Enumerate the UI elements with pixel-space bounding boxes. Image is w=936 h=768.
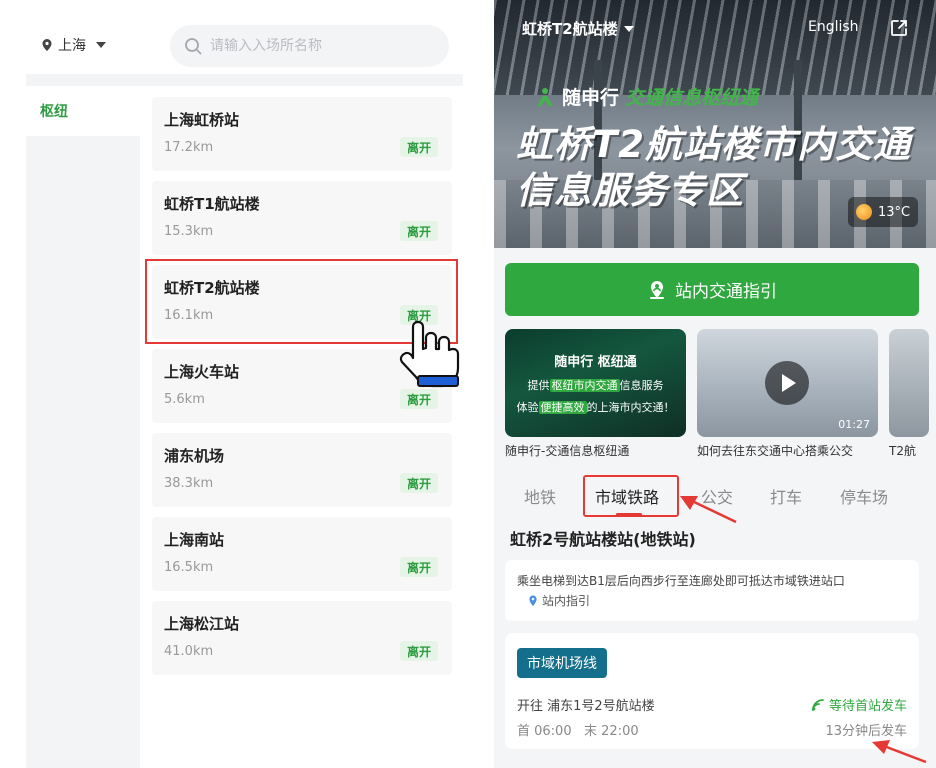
in-station-guide-link[interactable]: 站内指引	[527, 592, 590, 609]
next-departure: 13分钟后发车	[825, 724, 907, 739]
in-station-guide-button[interactable]: 站内交通指引	[505, 263, 919, 316]
leave-button[interactable]: 离开	[400, 389, 438, 409]
media-card-intro[interactable]: 随申行 枢纽通 提供 枢纽市内交通 信息服务 体验 便捷高效 的上海市内交通！ 随申行-…	[505, 329, 686, 459]
share-icon[interactable]	[889, 18, 909, 38]
media-card-video[interactable]: 01:27 如何去往东交通中心搭乘公交	[697, 329, 878, 459]
annotation-arrow-icon	[680, 496, 737, 524]
search-icon	[185, 38, 202, 55]
panel-separator	[472, 0, 494, 768]
tab-highlight-box	[583, 475, 679, 517]
brand-subtitle: 交通信息枢纽通	[625, 87, 759, 109]
station-distance: 41.0km	[164, 644, 214, 659]
media-card-thumbnail: 01:27	[697, 329, 878, 437]
promo-highlight: 枢纽市内交通	[549, 379, 620, 392]
media-card-thumbnail: 随申行 枢纽通 提供 枢纽市内交通 信息服务 体验 便捷高效 的上海市内交通！	[505, 329, 686, 437]
header-divider	[26, 74, 463, 86]
play-icon[interactable]	[765, 361, 809, 405]
station-distance: 16.5km	[164, 560, 214, 575]
stop-title: 虹桥2号航站楼站(地铁站)	[510, 530, 696, 549]
station-distance: 15.3km	[164, 224, 214, 239]
station-name: 上海虹桥站	[164, 111, 240, 129]
promo-text: 的上海市内交通！	[586, 401, 675, 414]
promo-text: 体验	[516, 401, 539, 414]
brand-logo-icon	[537, 87, 553, 106]
promo-line: 体验 便捷高效 的上海市内交通！	[505, 399, 686, 415]
last-train-time: 末 22:00	[584, 724, 639, 739]
station-item-pudong-airport[interactable]: 浦东机场 38.3km 离开	[152, 433, 452, 507]
category-hub[interactable]: 枢纽	[40, 101, 68, 121]
station-name: 上海火车站	[164, 363, 240, 381]
entrance-instructions: 乘坐电梯到达B1层后向西步行至连廊处即可抵达市域铁进站口	[517, 574, 845, 588]
brand-lockup: 随申行 交通信息枢纽通	[534, 83, 758, 110]
banner-canopy-graphic	[494, 0, 936, 95]
promo-text: 提供	[527, 379, 550, 392]
language-toggle[interactable]: English	[808, 19, 859, 35]
banner-headline-line1: 虹桥T2航站楼市内交通	[516, 123, 911, 166]
weather-badge: 13°C	[848, 197, 918, 227]
station-item-shanghai-south[interactable]: 上海南站 16.5km 离开	[152, 517, 452, 591]
leave-button[interactable]: 离开	[400, 557, 438, 577]
station-switcher-label: 虹桥T2航站楼	[522, 20, 618, 38]
hero-banner: 虹桥T2航站楼 English 随申行 交通信息枢纽通 虹桥T2航站楼市内交通 …	[494, 0, 936, 248]
location-person-icon	[650, 280, 664, 299]
station-distance: 17.2km	[164, 140, 214, 155]
video-duration: 01:27	[838, 418, 870, 431]
line-direction: 开往 浦东1号2号航站楼	[517, 699, 655, 714]
media-card-thumbnail	[889, 329, 929, 437]
category-sidebar	[26, 86, 140, 768]
leave-button[interactable]: 离开	[400, 221, 438, 241]
station-name: 虹桥T1航站楼	[164, 195, 260, 213]
city-selector[interactable]: 上海	[40, 34, 106, 56]
station-item-hongqiao-t1[interactable]: 虹桥T1航站楼 15.3km 离开	[152, 181, 452, 255]
station-distance: 38.3km	[164, 476, 214, 491]
search-input[interactable]	[210, 38, 430, 54]
search-box[interactable]	[170, 25, 449, 67]
station-picker-panel: 上海 枢纽 上海虹桥站 17.2km 离开 虹桥T1航站楼 15.3km 离开 …	[0, 0, 472, 768]
media-card-caption: 随申行-交通信息枢纽通	[505, 444, 630, 458]
station-detail-panel: 虹桥T2航站楼 English 随申行 交通信息枢纽通 虹桥T2航站楼市内交通 …	[494, 0, 936, 768]
promo-line: 提供 枢纽市内交通 信息服务	[505, 377, 686, 393]
line-badge: 市域机场线	[517, 648, 607, 678]
chevron-down-icon	[623, 25, 634, 32]
temperature: 13°C	[877, 204, 911, 220]
chevron-down-icon	[96, 42, 106, 48]
media-card-caption: T2航	[889, 444, 916, 458]
line-status: 等待首站发车	[811, 695, 907, 714]
station-distance: 5.6km	[164, 392, 205, 407]
station-item-songjiang[interactable]: 上海松江站 41.0km 离开	[152, 601, 452, 675]
realtime-signal-icon	[812, 698, 824, 711]
sun-icon	[855, 204, 872, 220]
station-name: 浦东机场	[164, 447, 225, 465]
station-item-hongqiao-station[interactable]: 上海虹桥站 17.2km 离开	[152, 97, 452, 171]
in-station-guide-link-label: 站内指引	[542, 594, 591, 608]
in-station-guide-label: 站内交通指引	[675, 282, 777, 302]
location-person-icon	[529, 595, 537, 606]
city-label: 上海	[58, 38, 86, 54]
media-carousel[interactable]: 随申行 枢纽通 提供 枢纽市内交通 信息服务 体验 便捷高效 的上海市内交通！ 随申行-…	[505, 329, 936, 459]
station-switcher[interactable]: 虹桥T2航站楼	[522, 18, 634, 39]
location-pin-icon	[42, 39, 52, 51]
brand-name: 随申行	[562, 87, 620, 109]
promo-title: 随申行 枢纽通	[554, 355, 637, 370]
leave-button[interactable]: 离开	[400, 137, 438, 157]
leave-button[interactable]: 离开	[400, 473, 438, 493]
screen: 上海 枢纽 上海虹桥站 17.2km 离开 虹桥T1航站楼 15.3km 离开 …	[0, 0, 936, 768]
tab-parking[interactable]: 停车场	[840, 484, 888, 508]
service-hours: 首 06:00 末 22:00	[517, 720, 639, 739]
media-card-caption: 如何去往东交通中心搭乘公交	[697, 444, 854, 458]
station-name: 上海南站	[164, 531, 225, 549]
leave-button[interactable]: 离开	[400, 641, 438, 661]
annotation-arrow-icon	[872, 740, 927, 764]
tab-metro[interactable]: 地铁	[524, 484, 556, 508]
promo-highlight: 便捷高效	[538, 401, 587, 414]
first-train-time: 首 06:00	[517, 724, 572, 739]
entrance-info-card: 乘坐电梯到达B1层后向西步行至连廊处即可抵达市域铁进站口 站内指引	[505, 560, 919, 621]
railway-line-card[interactable]: 市域机场线 开往 浦东1号2号航站楼 等待首站发车 首 06:00 末 22:0…	[505, 633, 919, 749]
station-name: 上海松江站	[164, 615, 240, 633]
tab-taxi[interactable]: 打车	[770, 484, 802, 508]
pointer-hand-icon	[399, 320, 460, 388]
line-status-label: 等待首站发车	[828, 699, 907, 714]
promo-text: 信息服务	[619, 379, 664, 392]
media-card-partial[interactable]: T2航	[889, 329, 929, 459]
